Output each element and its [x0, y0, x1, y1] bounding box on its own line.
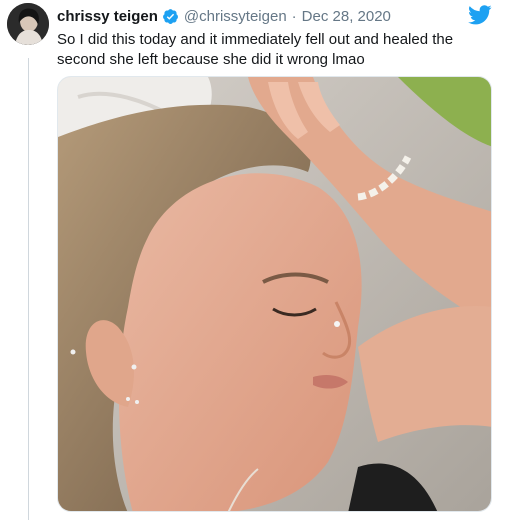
- author-name[interactable]: chrissy teigen: [57, 8, 158, 25]
- separator-dot: ·: [291, 7, 297, 25]
- tweet-photo[interactable]: [57, 76, 492, 512]
- tweet-header: chrissy teigen @chrissyteigen · Dec 28, …: [57, 6, 391, 26]
- author-handle[interactable]: @chrissyteigen: [184, 8, 287, 25]
- author-avatar[interactable]: [7, 3, 49, 45]
- twitter-bird-icon[interactable]: [468, 4, 492, 26]
- tweet-card: chrissy teigen @chrissyteigen · Dec 28, …: [0, 0, 530, 520]
- thread-line: [28, 58, 29, 520]
- verified-badge-icon: [162, 8, 179, 25]
- tweet-date[interactable]: Dec 28, 2020: [302, 8, 391, 25]
- tweet-text: So I did this today and it immediately f…: [57, 31, 454, 68]
